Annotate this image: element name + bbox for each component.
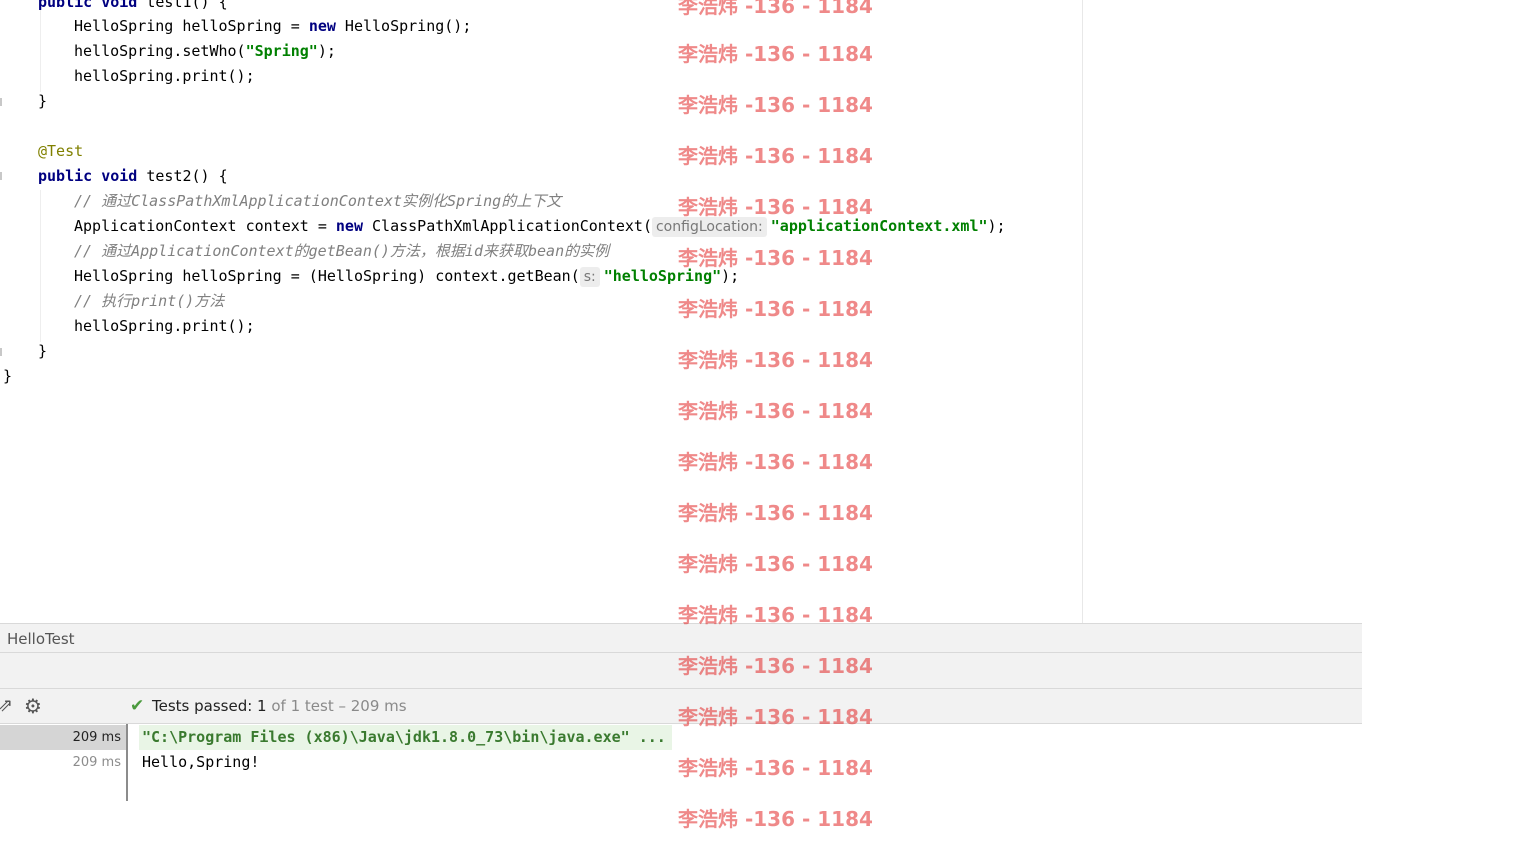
indent-guide	[40, 10, 41, 92]
fold-marker[interactable]	[0, 172, 2, 180]
check-icon: ✔	[130, 696, 145, 716]
test-results-tree: 209 ms 209 ms	[0, 724, 128, 801]
watermark-text: 李浩炜 -136 - 1184	[678, 144, 873, 168]
code-line-class-closing-brace[interactable]: }	[3, 364, 12, 389]
code-line[interactable]: HelloSpring helloSpring = (HelloSpring) …	[74, 264, 739, 289]
code-line-test1-signature[interactable]: public void test1() {	[38, 0, 228, 15]
watermark-text: 李浩炜 -136 - 1184	[678, 399, 873, 423]
watermark-text: 李浩炜 -136 - 1184	[678, 552, 873, 576]
code-line-closing-brace[interactable]: }	[38, 89, 47, 114]
console-command-line[interactable]: "C:\Program Files (x86)\Java\jdk1.8.0_73…	[139, 725, 672, 750]
run-panel-header[interactable]: HelloTest	[0, 623, 1362, 653]
parameter-hint: s:	[579, 267, 600, 287]
code-line-comment[interactable]: // 通过ApplicationContext的getBean()方法，根据id…	[74, 239, 609, 264]
code-line[interactable]: helloSpring.print();	[74, 64, 255, 89]
export-icon[interactable]: ⇗	[0, 696, 13, 716]
watermark-text: 李浩炜 -136 - 1184	[678, 501, 873, 525]
watermark-text: 李浩炜 -136 - 1184	[678, 450, 873, 474]
code-line-annotation[interactable]: @Test	[38, 139, 83, 164]
fold-marker[interactable]	[0, 348, 2, 356]
code-line[interactable]: HelloSpring helloSpring = new HelloSprin…	[74, 14, 471, 39]
watermark-text: 李浩炜 -136 - 1184	[678, 195, 873, 219]
watermark-text: 李浩炜 -136 - 1184	[678, 246, 873, 270]
run-configuration-title: HelloTest	[7, 630, 75, 648]
right-margin-guide	[1082, 0, 1083, 623]
watermark-text: 李浩炜 -136 - 1184	[678, 297, 873, 321]
watermark-text: 李浩炜 -136 - 1184	[678, 807, 873, 831]
watermark-text: 李浩炜 -136 - 1184	[678, 93, 873, 117]
code-editor[interactable]: public void test1() { HelloSpring helloS…	[0, 0, 1083, 623]
watermark-text: 李浩炜 -136 - 1184	[678, 756, 873, 780]
fold-marker[interactable]	[0, 98, 2, 106]
console-output-line: Hello,Spring!	[142, 753, 260, 771]
watermark-text: 李浩炜 -136 - 1184	[678, 348, 873, 372]
code-line-comment[interactable]: // 通过ClassPathXmlApplicationContext实例化Sp…	[74, 189, 561, 214]
watermark-text: 李浩炜 -136 - 1184	[678, 705, 873, 729]
code-line-comment[interactable]: // 执行print()方法	[74, 289, 224, 314]
parameter-hint: configLocation:	[651, 217, 767, 237]
code-line[interactable]: helloSpring.setWho("Spring");	[74, 39, 336, 64]
code-line[interactable]: helloSpring.print();	[74, 314, 255, 339]
indent-guide	[40, 190, 41, 342]
test-tree-row-test2[interactable]: 209 ms	[0, 750, 126, 775]
code-line-test2-signature[interactable]: public void test2() {	[38, 164, 228, 189]
test-tree-row-root[interactable]: 209 ms	[0, 725, 126, 750]
code-line-closing-brace[interactable]: }	[38, 339, 47, 364]
gear-icon[interactable]: ⚙	[24, 696, 42, 716]
watermark-text: 李浩炜 -136 - 1184	[678, 603, 873, 627]
watermark-text: 李浩炜 -136 - 1184	[678, 42, 873, 66]
watermark-text: 李浩炜 -136 - 1184	[678, 654, 873, 678]
test-status-text: Tests passed: 1 of 1 test – 209 ms	[152, 697, 407, 715]
watermark-text: 李浩炜 -136 - 1184	[678, 0, 873, 18]
